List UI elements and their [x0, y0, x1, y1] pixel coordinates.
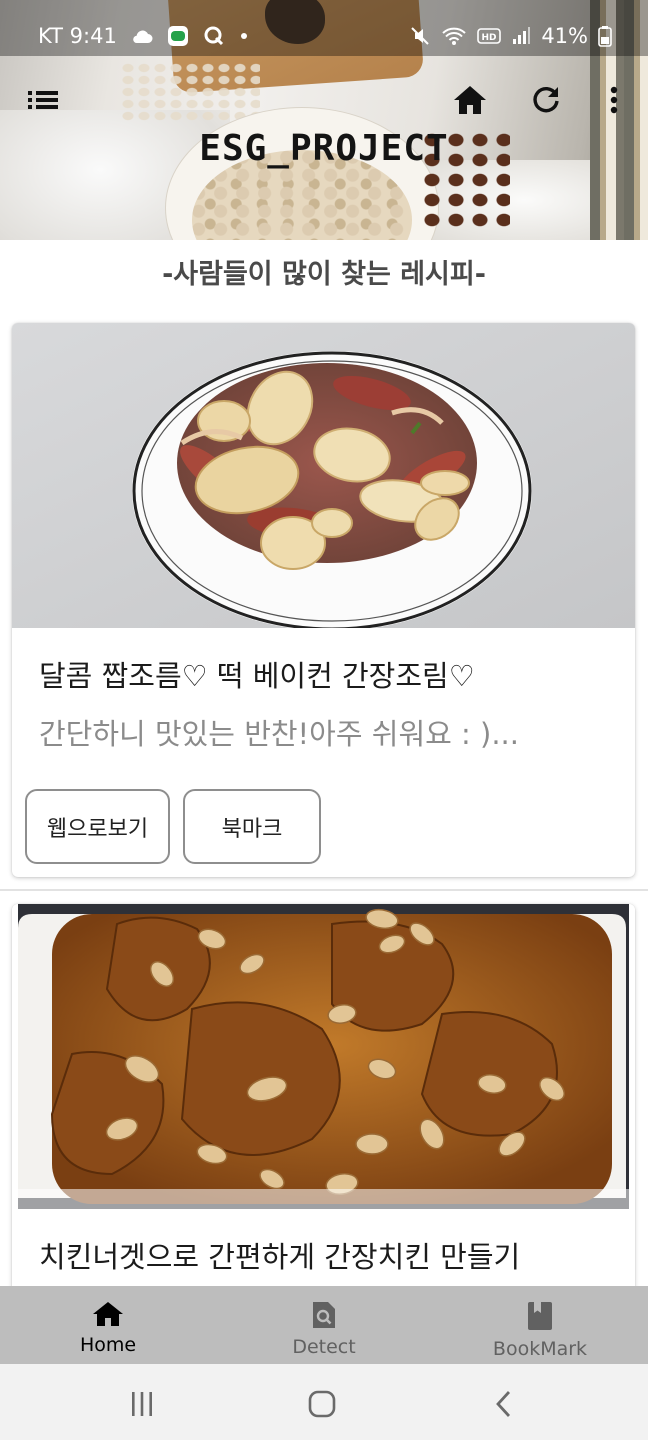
nav-home-label: Home [79, 1334, 137, 1356]
web-view-button[interactable]: 웹으로보기 [25, 789, 170, 864]
nav-home[interactable]: Home [0, 1286, 216, 1364]
mute-icon [409, 25, 431, 47]
recipe-card[interactable]: 치킨너겟으로 간편하게 간장치킨 만들기 [12, 904, 635, 1286]
recipe-feed[interactable]: 달콤 짭조름♡ 떡 베이컨 간장조림♡ 간단하니 맛있는 반찬!아주 쉬워요 :… [0, 300, 648, 1286]
recipe-title: 치킨너겟으로 간편하게 간장치킨 만들기 [39, 1240, 521, 1274]
battery-icon [598, 25, 612, 47]
nav-detect-label: Detect [292, 1336, 356, 1358]
card-divider [0, 889, 648, 891]
home-circle-icon[interactable] [302, 1384, 342, 1424]
recipe-card[interactable]: 달콤 짭조름♡ 떡 베이컨 간장조림♡ 간단하니 맛있는 반찬!아주 쉬워요 :… [12, 323, 635, 877]
header-banner: KT 9:41 HD 41% ESG_PROJECT [0, 0, 648, 240]
list-menu-icon[interactable] [26, 82, 62, 118]
app-title: ESG_PROJECT [199, 128, 449, 169]
q-app-icon [203, 25, 225, 47]
status-time: KT 9:41 [38, 24, 117, 48]
battery-percentage: 41% [541, 24, 588, 48]
signal-icon [511, 26, 531, 46]
refresh-icon[interactable] [528, 82, 564, 118]
wifi-icon [441, 26, 467, 46]
home-icon[interactable] [452, 82, 488, 118]
nav-bookmark-label: BookMark [492, 1338, 588, 1360]
app-screen: KT 9:41 HD 41% ESG_PROJECT -사람들이 많이 찾는 레… [0, 0, 648, 1440]
tteok-bacon-dish-image[interactable] [12, 323, 635, 628]
status-bar: KT 9:41 HD 41% [0, 0, 648, 56]
system-navigation-bar [0, 1364, 648, 1440]
dot-icon [239, 31, 249, 41]
recent-apps-icon[interactable] [122, 1384, 162, 1424]
nav-detect[interactable]: Detect [216, 1286, 432, 1364]
bookmark-book-icon [527, 1301, 553, 1335]
cloud-icon [131, 28, 153, 44]
svg-text:HD: HD [482, 33, 497, 43]
back-icon[interactable] [484, 1384, 524, 1424]
home-icon [92, 1301, 124, 1331]
recipe-description: 간단하니 맛있는 반찬!아주 쉬워요 : )... [39, 717, 519, 751]
bookmark-button[interactable]: 북마크 [183, 789, 321, 864]
bottom-navigation: Home Detect BookMark [0, 1286, 648, 1364]
more-vert-icon[interactable] [596, 82, 632, 118]
hd-icon: HD [477, 27, 502, 45]
nav-bookmark[interactable]: BookMark [432, 1286, 648, 1364]
recipe-title: 달콤 짭조름♡ 떡 베이컨 간장조림♡ [39, 659, 475, 693]
seeds [120, 62, 260, 122]
section-heading: -사람들이 많이 찾는 레시피- [162, 259, 486, 290]
detect-search-icon [311, 1301, 337, 1333]
line-app-icon [167, 25, 189, 47]
soy-chicken-dish-image[interactable] [12, 904, 635, 1209]
